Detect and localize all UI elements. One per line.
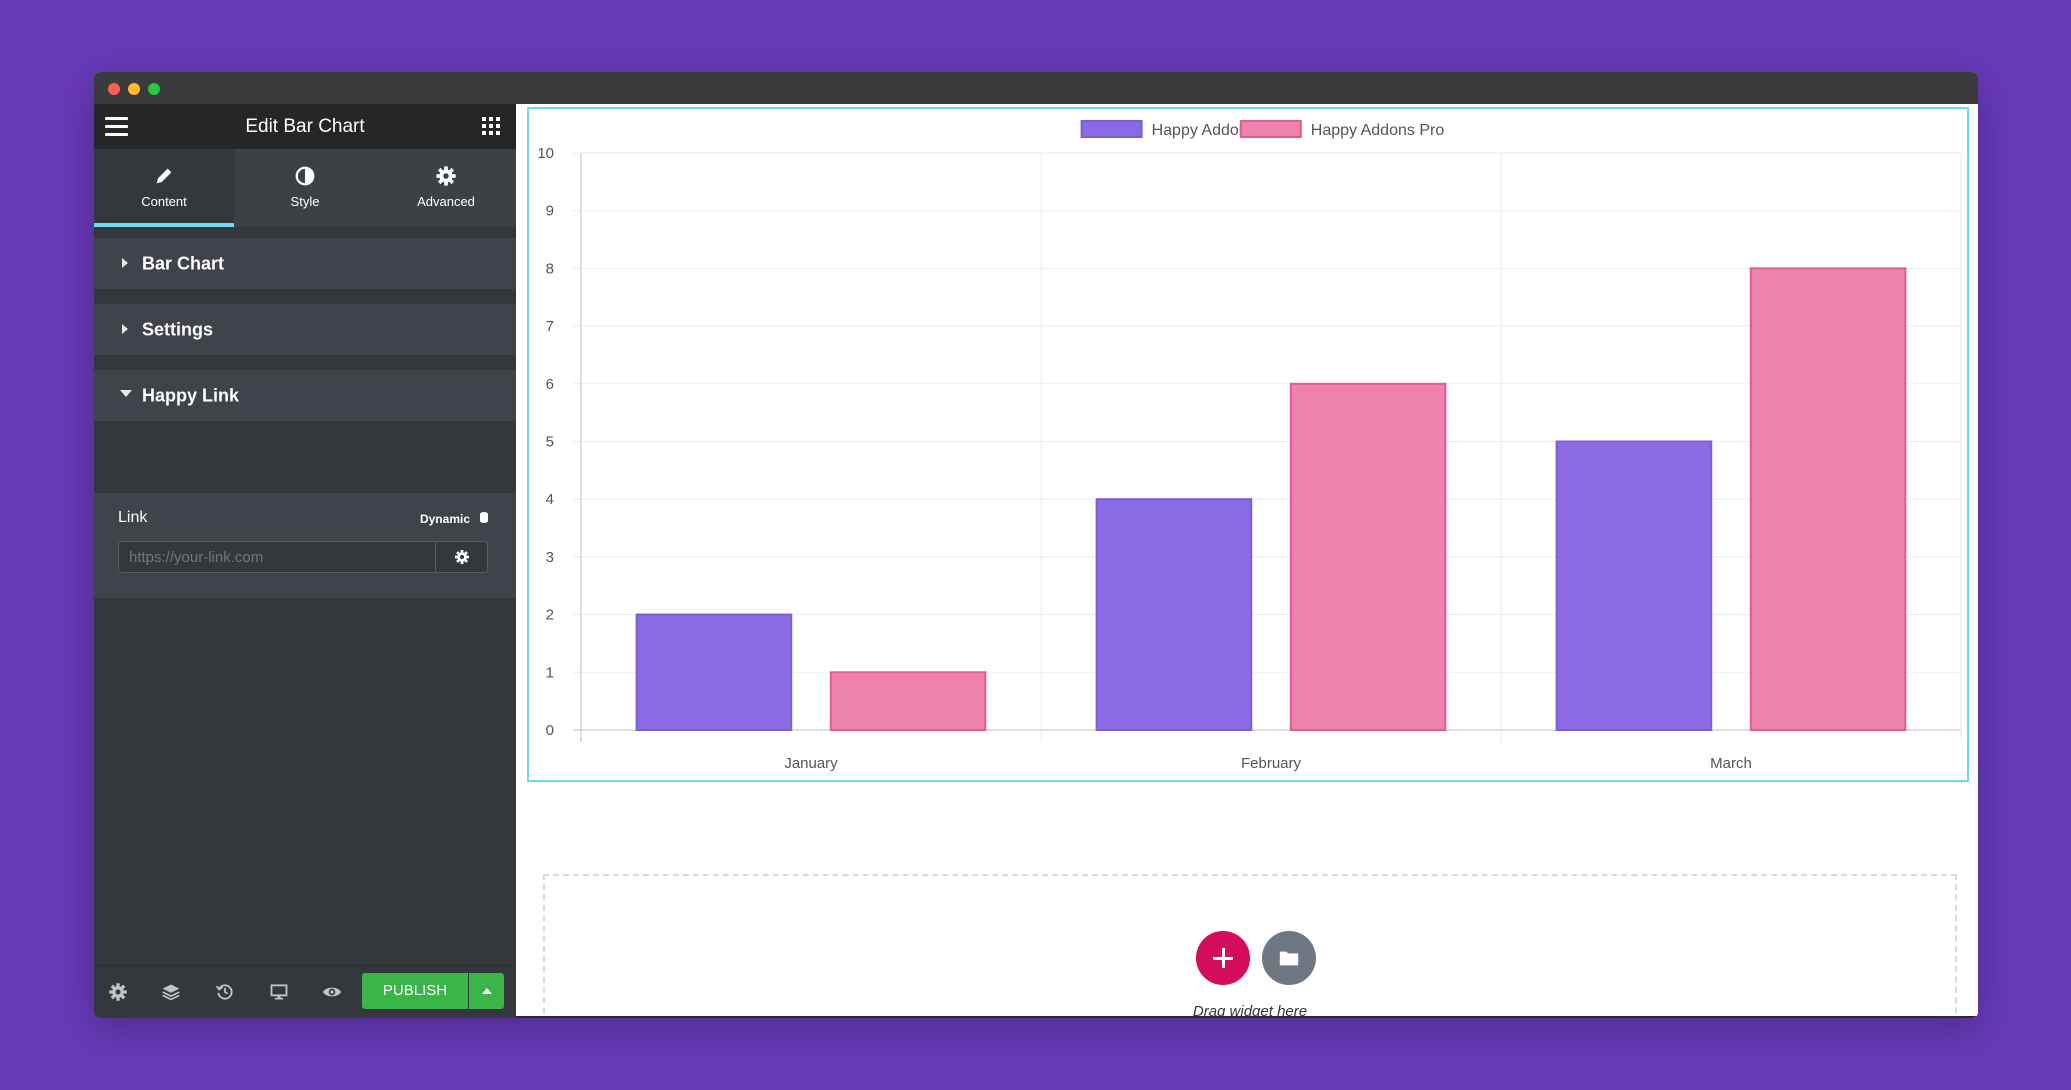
publish-button[interactable]: PUBLISH	[362, 973, 468, 1009]
y-tick-label: 4	[546, 491, 554, 508]
section-happy-link[interactable]: Happy Link	[94, 370, 516, 422]
publish-options-button[interactable]	[469, 973, 504, 1009]
section-title: Happy Link	[142, 385, 240, 405]
editor-panel: Edit Bar Chart Content Style Advanced Ba…	[94, 104, 516, 1018]
folder-icon	[1279, 951, 1299, 966]
minimize-window-button[interactable]	[128, 83, 140, 95]
caret-down-icon	[120, 389, 132, 397]
close-window-button[interactable]	[108, 83, 120, 95]
legend-label: Happy Addons Pro	[1311, 122, 1445, 139]
panel-tabs: Content Style Advanced	[94, 149, 516, 227]
editor-window: Edit Bar Chart Content Style Advanced Ba…	[94, 72, 1978, 1018]
x-tick-label: March	[1710, 755, 1752, 772]
tab-advanced[interactable]: Advanced	[376, 149, 516, 227]
history-icon[interactable]	[215, 982, 235, 1002]
settings-icon[interactable]	[108, 982, 128, 1002]
y-tick-label: 5	[546, 434, 554, 451]
y-tick-label: 7	[546, 318, 554, 335]
x-tick-label: February	[1241, 755, 1302, 772]
widgets-grid-icon[interactable]	[482, 117, 500, 135]
panel-header: Edit Bar Chart	[94, 104, 516, 149]
bar	[635, 613, 793, 732]
dynamic-toggle[interactable]: Dynamic	[420, 512, 470, 526]
section-title: Bar Chart	[142, 253, 225, 273]
section-bar-chart[interactable]: Bar Chart	[94, 238, 516, 289]
panel-title: Edit Bar Chart	[245, 116, 365, 137]
bar	[1555, 440, 1713, 731]
link-input[interactable]	[118, 541, 436, 573]
bar	[829, 671, 987, 731]
x-tick-label: January	[784, 755, 838, 772]
y-tick-label: 3	[546, 549, 554, 566]
preview-canvas: 0 1 2 3 4 5 6 7 8 9 10 January February March Happy Ad…	[516, 104, 1978, 1018]
window-titlebar	[94, 72, 1978, 104]
link-control: Link Dynamic	[94, 493, 516, 598]
bar-chart: 0 1 2 3 4 5 6 7 8 9 10 January February March Happy Ad…	[537, 120, 1962, 772]
responsive-icon[interactable]	[269, 982, 289, 1002]
tab-label: Style	[290, 194, 320, 209]
database-icon[interactable]	[480, 512, 488, 523]
link-options-button[interactable]	[435, 541, 488, 573]
caret-up-icon	[482, 988, 492, 994]
y-tick-label: 2	[546, 607, 554, 624]
legend-swatch	[1080, 120, 1143, 138]
template-library-button[interactable]	[1262, 931, 1316, 985]
caret-right-icon	[122, 323, 128, 334]
bar	[1095, 498, 1253, 732]
y-tick-label: 10	[537, 145, 554, 162]
y-tick-label: 9	[546, 203, 554, 220]
y-tick-label: 6	[546, 376, 554, 393]
bar	[1289, 382, 1447, 731]
canvas-bottom-border	[516, 1016, 1978, 1018]
half-circle-icon	[295, 166, 315, 186]
legend-swatch	[1239, 120, 1302, 138]
bar-chart-widget[interactable]: 0 1 2 3 4 5 6 7 8 9 10 January February March Happy Ad…	[527, 107, 1969, 782]
layers-icon[interactable]	[161, 982, 181, 1002]
pencil-icon	[156, 168, 172, 184]
caret-right-icon	[122, 257, 128, 268]
panel-footer: PUBLISH	[94, 965, 516, 1018]
widget-dropzone[interactable]: Drag widget here	[543, 874, 1957, 1018]
tab-label: Advanced	[417, 194, 475, 209]
tab-style[interactable]: Style	[235, 149, 375, 227]
y-tick-label: 1	[546, 664, 554, 681]
add-section-button[interactable]	[1196, 931, 1250, 985]
tab-content[interactable]: Content	[94, 149, 234, 227]
preview-icon[interactable]	[322, 982, 342, 1002]
tab-label: Content	[141, 194, 187, 209]
maximize-window-button[interactable]	[148, 83, 160, 95]
y-tick-label: 0	[546, 722, 554, 739]
bar	[1749, 267, 1907, 731]
gear-icon	[455, 550, 469, 564]
y-tick-label: 8	[546, 260, 554, 277]
section-settings[interactable]: Settings	[94, 304, 516, 355]
gear-icon	[436, 166, 456, 186]
link-label: Link	[118, 509, 148, 526]
section-title: Settings	[142, 319, 214, 339]
